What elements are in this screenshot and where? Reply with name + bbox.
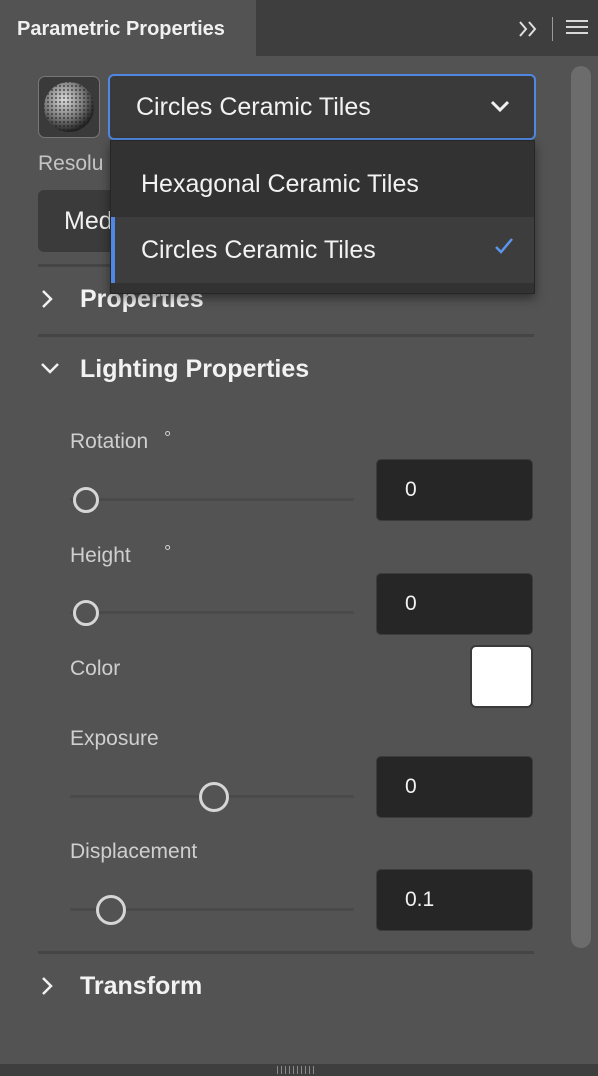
material-preset-value: Circles Ceramic Tiles <box>136 93 371 121</box>
transform-section-title: Transform <box>80 972 203 1000</box>
chevron-right-icon <box>42 977 53 995</box>
menu-item-hexagonal[interactable]: Hexagonal Ceramic Tiles <box>111 151 534 217</box>
height-input[interactable]: 0 <box>376 573 533 635</box>
material-preset-dropdown[interactable]: Circles Ceramic Tiles <box>108 74 536 140</box>
chevron-down-icon <box>41 363 59 374</box>
chevron-down-icon <box>490 100 510 113</box>
exposure-slider-handle[interactable] <box>199 782 229 812</box>
chevron-right-icon <box>42 290 53 308</box>
height-label: Height <box>70 544 131 567</box>
panel-menu-icon[interactable] <box>566 20 588 38</box>
height-slider-handle[interactable] <box>73 600 99 626</box>
rotation-slider-track[interactable] <box>70 498 354 501</box>
height-unit: ° <box>164 542 172 562</box>
displacement-label: Displacement <box>70 840 198 863</box>
rotation-slider-handle[interactable] <box>73 487 99 513</box>
material-preset-menu: Hexagonal Ceramic Tiles Circles Ceramic … <box>110 140 535 294</box>
menu-item-label: Hexagonal Ceramic Tiles <box>141 170 419 198</box>
lighting-section-header[interactable]: Lighting Properties <box>40 355 360 385</box>
section-divider <box>38 951 534 954</box>
exposure-label: Exposure <box>70 727 159 750</box>
lighting-section-title: Lighting Properties <box>80 355 310 383</box>
menu-item-circles[interactable]: Circles Ceramic Tiles <box>111 217 534 283</box>
color-label: Color <box>70 657 121 680</box>
material-thumbnail[interactable] <box>38 76 100 138</box>
resize-grip[interactable] <box>277 1066 317 1074</box>
rotation-unit: ° <box>164 428 172 448</box>
panel-scrollbar[interactable] <box>571 66 591 948</box>
selected-indicator <box>111 217 115 283</box>
transform-section-header[interactable]: Transform <box>40 972 340 1002</box>
height-slider-track[interactable] <box>70 611 354 614</box>
exposure-input[interactable]: 0 <box>376 756 533 818</box>
menu-item-label: Circles Ceramic Tiles <box>141 236 376 264</box>
resolution-label: Resolu <box>38 152 104 175</box>
rotation-label: Rotation <box>70 430 149 453</box>
displacement-slider-handle[interactable] <box>96 895 126 925</box>
toolbar-separator <box>552 17 553 41</box>
section-divider <box>38 334 534 337</box>
rotation-input[interactable]: 0 <box>376 459 533 521</box>
checkmark-icon <box>495 238 513 254</box>
light-color-swatch[interactable] <box>470 645 533 708</box>
displacement-input[interactable]: 0.1 <box>376 869 533 931</box>
panel-title-tab[interactable]: Parametric Properties <box>0 0 256 58</box>
collapse-panel-icon[interactable] <box>516 16 542 42</box>
